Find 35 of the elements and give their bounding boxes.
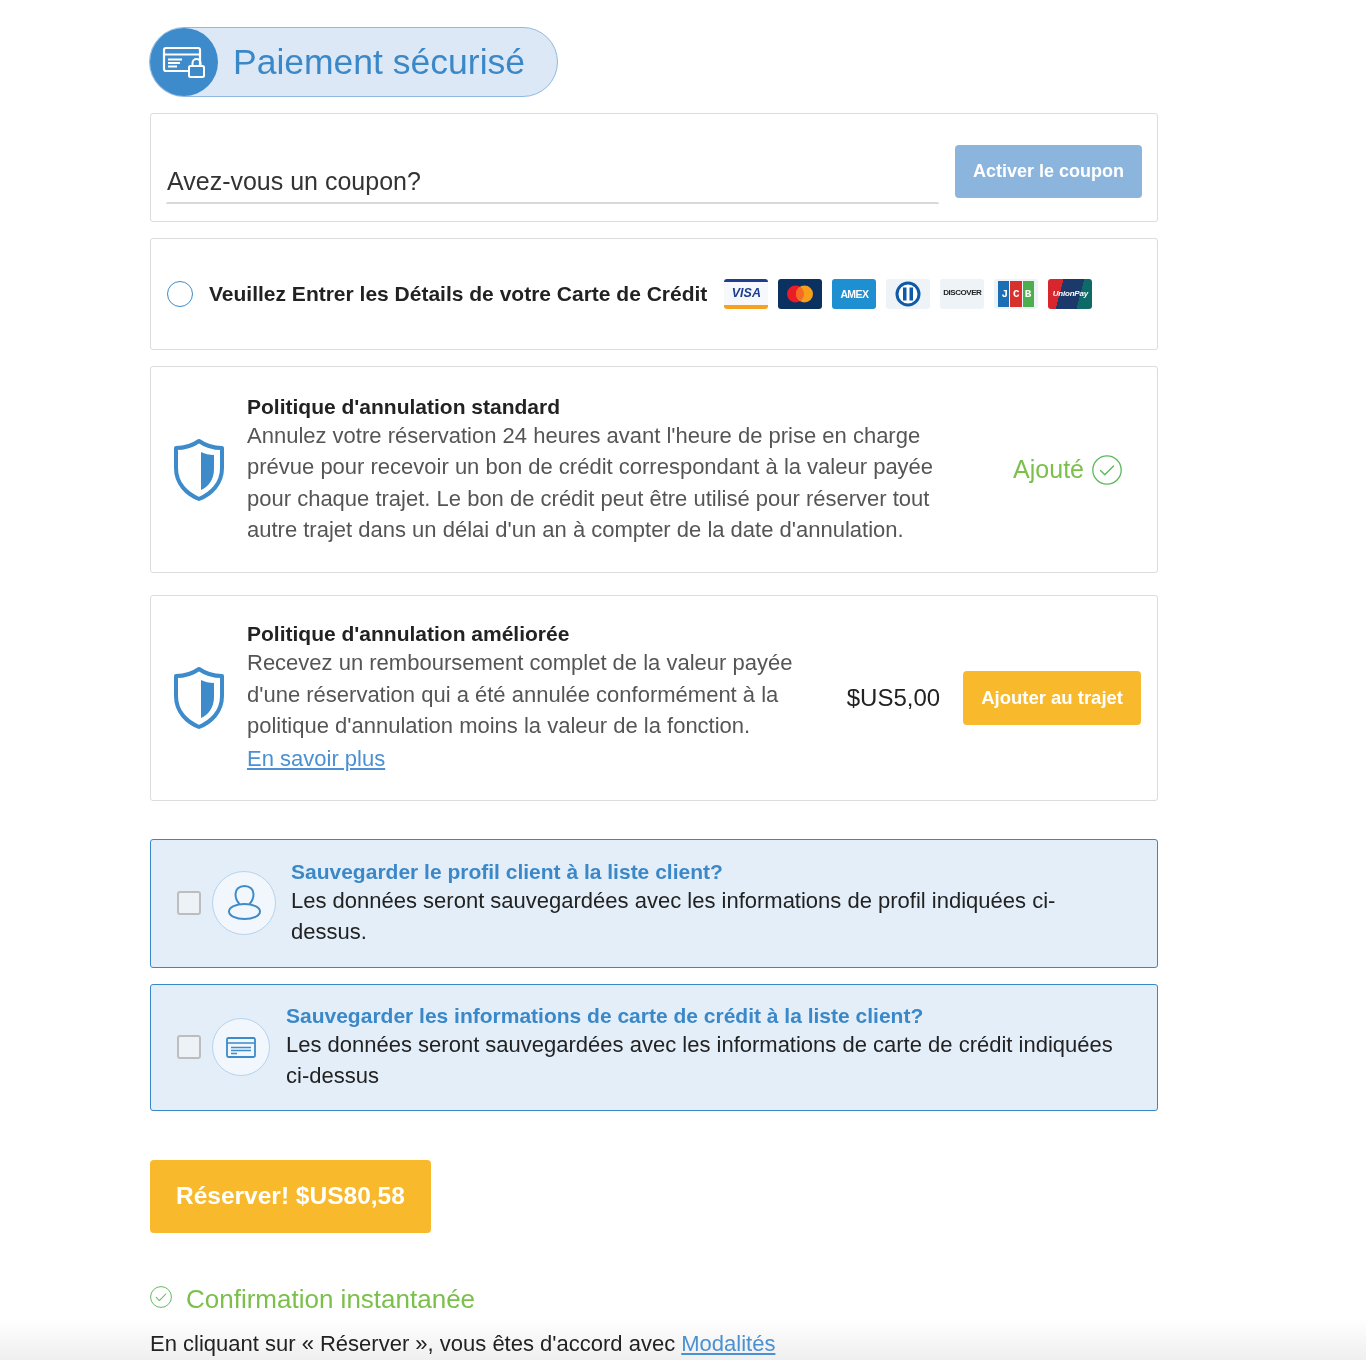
reserve-button[interactable]: Réserver! $US80,58	[150, 1160, 431, 1233]
page-title: Paiement sécurisé	[233, 40, 526, 84]
price-label: $US5,00	[846, 683, 941, 713]
option-description: Les données seront sauvegardées avec les informations de carte de crédit indiquées ci-dessus	[286, 1031, 1114, 1090]
confirmation-label: Confirmation instantanée	[186, 1283, 476, 1316]
card-logo: JCB	[994, 279, 1039, 309]
save-checkbox[interactable]	[177, 1035, 201, 1059]
save-checkbox[interactable]	[177, 891, 201, 915]
ring-logo-icon	[886, 279, 931, 309]
terms-link[interactable]: Modalités	[681, 1331, 776, 1356]
card-logo: DISCOVER	[940, 279, 985, 309]
card-logo: VISA	[724, 279, 769, 309]
shield-icon	[173, 437, 225, 502]
check-circle-icon	[150, 1285, 172, 1308]
option-title: Sauvegarder le profil client à la liste client?	[291, 859, 724, 885]
policy-description: Annulez votre réservation 24 heures avant l'heure de prise en charge prévue pour recevoir un bon de crédit correspondant à la valeur payée pour chaque trajet. Le bon de crédit peut être utilisé pour réserver tout autre trajet dans un délai d'un an à compter de la date d'annulation.	[247, 421, 935, 544]
card-lock-icon	[150, 28, 218, 96]
card-logo: AMEX	[832, 279, 877, 309]
policy-description: Recevez un remboursement complet de la valeur payée d'une réservation qui a été annulée conformément à la politique d'annulation moins la valeur de la fonction.	[247, 649, 794, 741]
add-to-trip-button[interactable]: Ajouter au trajet	[963, 671, 1141, 725]
overlapping-circles-icon	[778, 279, 823, 309]
policy-title: Politique d'annulation standard	[247, 393, 561, 420]
added-status: Ajouté	[1013, 453, 1084, 485]
shield-icon	[173, 666, 225, 730]
option-title: Sauvegarder les informations de carte de crédit à la liste client?	[286, 1003, 925, 1029]
policy-title: Politique d'annulation améliorée	[247, 621, 571, 648]
check-circle-icon	[1092, 454, 1122, 485]
payment-method-label: Veuillez Entrer les Détails de votre Carte de Crédit	[209, 281, 708, 308]
user-icon	[212, 871, 276, 935]
activate-coupon-button[interactable]: Activer le coupon	[954, 145, 1142, 198]
payment-radio[interactable]	[167, 281, 193, 307]
credit-card-icon	[212, 1018, 270, 1076]
learn-more-link[interactable]: En savoir plus	[247, 745, 386, 771]
terms-text: En cliquant sur « Réserver », vous êtes d'accord avec Modalités	[150, 1331, 776, 1356]
option-description: Les données seront sauvegardées avec les informations de profil indiquées ci-dessus.	[291, 887, 1057, 946]
